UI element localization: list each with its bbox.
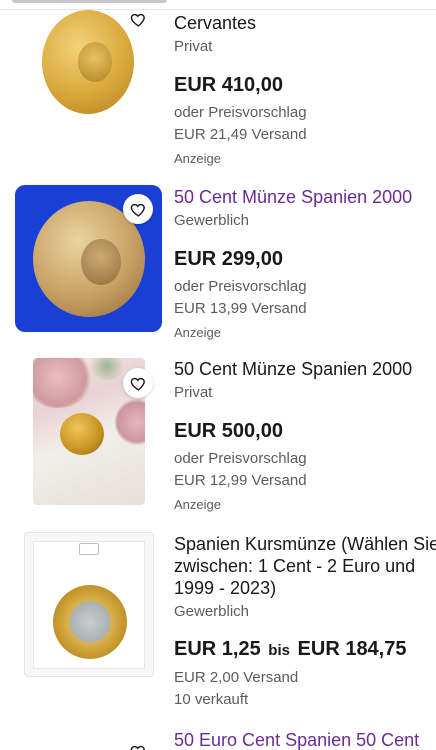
- flower-decoration: [115, 398, 145, 446]
- listing-item[interactable]: 50 Cent Münze Spanien 2000 Gewerblich EU…: [0, 180, 436, 352]
- listing-price: EUR 410,00: [174, 74, 283, 96]
- sold-count: 10 verkauft: [174, 691, 249, 708]
- shipping-cost: EUR 2,00 Versand: [174, 669, 299, 686]
- seller-type: Gewerblich: [174, 603, 250, 620]
- best-offer-label: oder Preisvorschlag: [174, 278, 307, 295]
- watch-button[interactable]: [123, 194, 153, 224]
- leaf-decoration: [87, 358, 127, 380]
- heart-icon: [130, 13, 145, 27]
- listing-title[interactable]: Cervantes: [174, 12, 436, 34]
- flower-decoration: [33, 358, 93, 408]
- heart-icon: [130, 377, 145, 391]
- coin-detail: [81, 239, 121, 285]
- listing-item[interactable]: 50 Cent Münze Spanien 2000 Privat EUR 50…: [0, 352, 436, 524]
- watch-button[interactable]: [123, 736, 153, 750]
- holder-tab: [79, 543, 99, 555]
- ad-label: Anzeige: [174, 497, 221, 512]
- watch-button[interactable]: [123, 368, 153, 398]
- coin-image: [60, 413, 104, 455]
- listing-price-range: EUR 1,25 bis EUR 184,75: [174, 636, 436, 664]
- listing-title[interactable]: 50 Cent Münze Spanien 2000: [174, 358, 436, 380]
- listing-title[interactable]: 50 Euro Cent Spanien 50 Cent: [174, 729, 436, 750]
- listing-image[interactable]: [24, 532, 154, 677]
- price-from: EUR 1,25: [174, 638, 261, 660]
- listing-price: EUR 299,00: [174, 248, 283, 270]
- price-to: EUR 184,75: [297, 638, 407, 660]
- shipping-cost: EUR 13,99 Versand: [174, 300, 307, 317]
- heart-icon: [130, 745, 145, 750]
- price-separator: bis: [268, 642, 290, 659]
- ad-label: Anzeige: [174, 325, 221, 340]
- listing-item[interactable]: 50 Euro Cent Spanien 50 Cent: [0, 720, 436, 750]
- coin-detail: [78, 42, 112, 82]
- shipping-cost: EUR 21,49 Versand: [174, 126, 307, 143]
- listing-title[interactable]: 50 Cent Münze Spanien 2000: [174, 186, 436, 208]
- best-offer-label: oder Preisvorschlag: [174, 104, 307, 121]
- seller-type: Privat: [174, 38, 213, 55]
- listing-item[interactable]: Cervantes Privat EUR 410,00 oder Preisvo…: [0, 0, 436, 180]
- listing-item[interactable]: Spanien Kursmünze (Wählen Sie zwischen: …: [0, 524, 436, 720]
- best-offer-label: oder Preisvorschlag: [174, 450, 307, 467]
- listing-title[interactable]: Spanien Kursmünze (Wählen Sie zwischen: …: [174, 533, 436, 599]
- coin-image: [53, 585, 127, 659]
- seller-type: Privat: [174, 384, 213, 401]
- watch-button[interactable]: [123, 4, 153, 34]
- ad-label: Anzeige: [174, 151, 221, 166]
- seller-type: Gewerblich: [174, 212, 250, 229]
- shipping-cost: EUR 12,99 Versand: [174, 472, 307, 489]
- heart-icon: [130, 203, 145, 217]
- listing-price: EUR 500,00: [174, 420, 283, 442]
